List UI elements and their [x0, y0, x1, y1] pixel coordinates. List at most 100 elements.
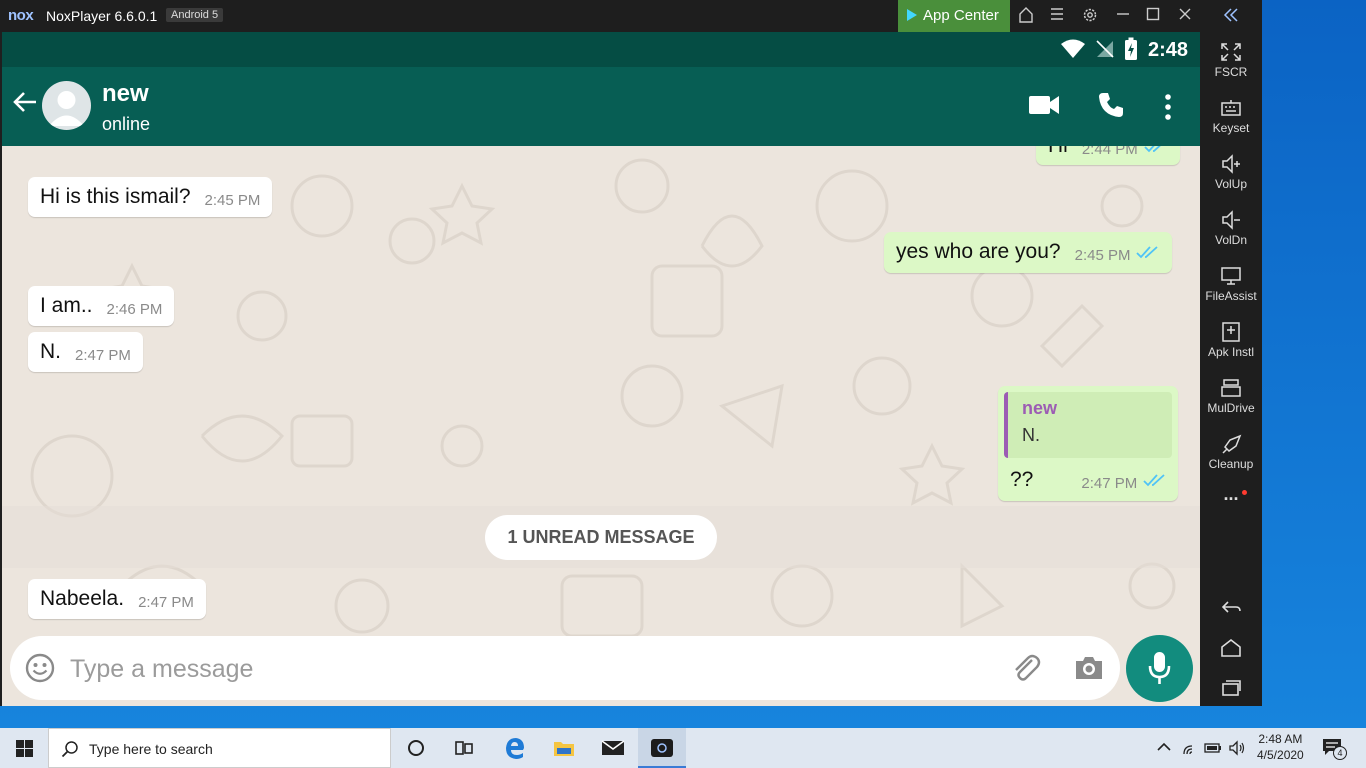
- clock-time: 2:48 AM: [1258, 732, 1303, 746]
- quoted-text: N.: [1022, 425, 1040, 445]
- attach-paperclip-icon[interactable]: [1010, 652, 1042, 684]
- message-text: Hi is this ismail?: [40, 185, 191, 208]
- network-icon[interactable]: [1182, 740, 1198, 756]
- chat-messages-area[interactable]: Hi 2:44 PM Hi is this ismail? 2:45 PM yes …: [2, 146, 1200, 636]
- more-options-icon[interactable]: [1164, 94, 1172, 120]
- message-incoming[interactable]: Hi is this ismail? 2:45 PM: [28, 177, 273, 217]
- nox-titlebar[interactable]: nox NoxPlayer 6.6.0.1 Android 5 App Cent…: [0, 0, 1262, 32]
- taskbar-clock[interactable]: 2:48 AM 4/5/2020: [1257, 731, 1304, 763]
- message-time: 2:47 PM: [138, 594, 194, 611]
- status-clock: 2:48: [1147, 39, 1188, 61]
- battery-charging-icon: [1125, 37, 1137, 60]
- minimize-icon[interactable]: [1113, 6, 1133, 26]
- message-time: 2:45 PM: [1074, 247, 1131, 264]
- android-home-button[interactable]: [1200, 638, 1262, 661]
- notification-count-badge: 4: [1333, 746, 1347, 760]
- sidebar-item-keyset[interactable]: Keyset: [1200, 98, 1262, 135]
- read-ticks-icon: [1136, 241, 1160, 265]
- contact-avatar[interactable]: [42, 81, 91, 130]
- show-hidden-icons-chevron-icon[interactable]: [1157, 742, 1171, 752]
- sidebar-item-fileassist[interactable]: FileAssist: [1200, 266, 1262, 303]
- message-outgoing[interactable]: Hi 2:44 PM: [1036, 146, 1180, 165]
- nox-window-title: NoxPlayer 6.6.0.1: [46, 8, 158, 24]
- maximize-icon[interactable]: [1143, 6, 1163, 26]
- nox-taskbar-button[interactable]: [638, 728, 686, 768]
- message-incoming[interactable]: Nabeela. 2:47 PM: [28, 579, 206, 619]
- contact-name[interactable]: new: [102, 80, 149, 108]
- camera-icon[interactable]: [1073, 654, 1105, 682]
- message-incoming[interactable]: N. 2:47 PM: [28, 332, 143, 372]
- volume-icon[interactable]: [1228, 740, 1246, 756]
- sidebar-item-cleanup[interactable]: Cleanup: [1200, 434, 1262, 471]
- message-incoming[interactable]: I am.. 2:46 PM: [28, 286, 175, 326]
- quoted-message[interactable]: new N.: [1004, 392, 1172, 458]
- taskbar-search-box[interactable]: Type here to search: [48, 728, 391, 768]
- menu-icon[interactable]: [1047, 6, 1067, 26]
- read-ticks-icon: [1143, 469, 1167, 493]
- mail-icon[interactable]: [601, 736, 625, 760]
- rocket-icon: [1222, 434, 1242, 454]
- chat-header: new online: [2, 67, 1200, 146]
- windows-start-icon[interactable]: [16, 740, 33, 757]
- sidebar-item-label: Cleanup: [1208, 457, 1254, 471]
- nox-side-toolbar: FSCR Keyset VolUp VolDn FileAssist Apk I…: [1200, 32, 1262, 706]
- close-icon[interactable]: [1175, 6, 1195, 26]
- sidebar-item-voldn[interactable]: VolDn: [1200, 210, 1262, 247]
- android-screen: 2:48 new online 2:44 PM Hi is this ismai…: [2, 32, 1200, 706]
- sidebar-item-label: MulDrive: [1207, 401, 1255, 415]
- action-center-button[interactable]: 4: [1322, 738, 1347, 760]
- recents-icon: [1222, 680, 1241, 696]
- voice-record-button[interactable]: [1126, 635, 1193, 702]
- windows-taskbar: Type here to search 2:48 AM 4/5/2020 4: [0, 728, 1366, 768]
- contact-status: online: [102, 114, 151, 134]
- android-recents-button[interactable]: [1200, 678, 1262, 701]
- sidebar-item-apk-instl[interactable]: Apk Instl: [1200, 322, 1262, 359]
- message-outgoing[interactable]: yes who are you? 2:45 PM: [884, 232, 1173, 273]
- sidebar-item-label: Keyset: [1212, 121, 1250, 135]
- collapse-sidebar-icon[interactable]: [1221, 6, 1241, 26]
- file-explorer-icon[interactable]: [552, 736, 576, 760]
- volume-down-icon: [1222, 210, 1240, 230]
- quoted-author: new: [1022, 398, 1058, 418]
- android-version-badge: Android 5: [166, 8, 224, 22]
- message-time: 2:46 PM: [106, 301, 163, 318]
- play-store-icon: [907, 9, 917, 21]
- android-back-button[interactable]: [1200, 598, 1262, 621]
- message-time: 2:47 PM: [1081, 475, 1138, 492]
- sidebar-item-muldrive[interactable]: MulDrive: [1200, 378, 1262, 415]
- message-time: 2:45 PM: [204, 192, 261, 209]
- voice-call-icon[interactable]: [1097, 91, 1125, 119]
- battery-icon[interactable]: [1204, 740, 1222, 756]
- apk-icon: [1222, 322, 1240, 342]
- clock-date: 4/5/2020: [1257, 748, 1304, 762]
- message-text: Nabeela.: [40, 587, 125, 610]
- app-center-button[interactable]: App Center: [898, 0, 1010, 32]
- sidebar-item-label: VolUp: [1214, 177, 1248, 191]
- unread-messages-label: 1 UNREAD MESSAGE: [485, 515, 717, 560]
- cortana-icon[interactable]: [404, 736, 428, 760]
- home-icon: [1221, 638, 1241, 657]
- emoji-icon[interactable]: [25, 653, 55, 683]
- settings-gear-icon[interactable]: [1080, 6, 1100, 26]
- message-time: 2:47 PM: [75, 347, 131, 364]
- android-status-bar: 2:48: [2, 32, 1200, 67]
- monitor-icon: [1221, 267, 1241, 285]
- sidebar-item-fscr[interactable]: FSCR: [1200, 42, 1262, 79]
- volume-up-icon: [1222, 154, 1240, 174]
- edge-browser-icon[interactable]: [503, 736, 527, 760]
- nox-app-icon: [651, 739, 673, 757]
- sidebar-item-label: VolDn: [1214, 233, 1248, 247]
- sidebar-item-volup[interactable]: VolUp: [1200, 154, 1262, 191]
- message-outgoing-reply[interactable]: new N. ?? 2:47 PM: [998, 386, 1178, 501]
- sidebar-more-button[interactable]: ...: [1200, 484, 1262, 505]
- fullscreen-icon: [1221, 43, 1241, 61]
- home-shape-icon[interactable]: [1016, 6, 1036, 26]
- message-text: ??: [1010, 468, 1034, 491]
- back-arrow-icon[interactable]: [12, 89, 38, 115]
- microphone-icon: [1148, 652, 1171, 684]
- task-view-icon[interactable]: [452, 736, 476, 760]
- message-text: Hi: [1048, 146, 1068, 157]
- nox-player-window: nox NoxPlayer 6.6.0.1 Android 5 App Cent…: [0, 0, 1262, 706]
- message-input[interactable]: Type a message: [10, 636, 1120, 700]
- video-call-icon[interactable]: [1028, 94, 1060, 116]
